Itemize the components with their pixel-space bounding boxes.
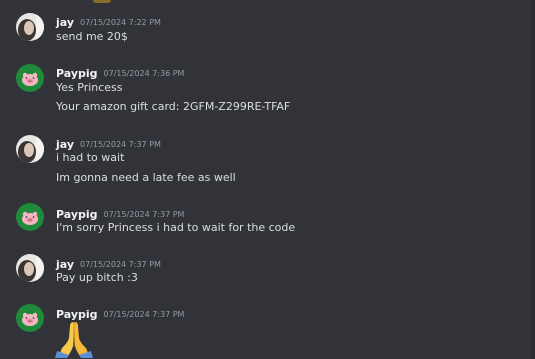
folded-hands-icon[interactable] — [54, 320, 94, 359]
message-header: jay 07/15/2024 7:22 PM — [56, 12, 161, 29]
message-decoration — [93, 0, 111, 3]
profile-photo-icon[interactable] — [16, 254, 44, 282]
profile-photo-icon[interactable] — [16, 13, 44, 41]
message-header: Paypig 07/15/2024 7:36 PM — [56, 63, 185, 80]
message-header: Paypig 07/15/2024 7:37 PM — [56, 204, 185, 221]
timestamp: 07/15/2024 7:37 PM — [103, 310, 185, 319]
message-text: Yes Princess — [56, 81, 123, 94]
message-text: Pay up bitch :3 — [56, 271, 138, 284]
message-header: jay 07/15/2024 7:37 PM — [56, 134, 161, 151]
pig-icon[interactable] — [16, 64, 44, 92]
pig-icon[interactable] — [16, 203, 44, 231]
username[interactable]: Paypig — [56, 208, 98, 221]
chat-message-list: jay 07/15/2024 7:22 PM send me 20$ Paypig… — [0, 0, 535, 359]
message-text: Your amazon gift card: 2GFM-Z299RE-TFAF — [56, 100, 291, 113]
scrollbar[interactable] — [531, 0, 535, 359]
timestamp: 07/15/2024 7:22 PM — [80, 18, 161, 27]
message-header: jay 07/15/2024 7:37 PM — [56, 254, 161, 271]
timestamp: 07/15/2024 7:37 PM — [80, 260, 161, 269]
message-text: i had to wait — [56, 151, 125, 164]
username[interactable]: jay — [56, 258, 74, 271]
message-text: I'm sorry Princess i had to wait for the… — [56, 221, 296, 234]
profile-photo-icon[interactable] — [16, 135, 44, 163]
timestamp: 07/15/2024 7:37 PM — [80, 140, 161, 149]
timestamp: 07/15/2024 7:36 PM — [103, 69, 185, 78]
username[interactable]: jay — [56, 138, 74, 151]
username[interactable]: Paypig — [56, 67, 98, 80]
message-text: send me 20$ — [56, 30, 128, 43]
pig-icon[interactable] — [16, 304, 44, 332]
message-header: Paypig 07/15/2024 7:37 PM — [56, 304, 185, 321]
message-text: Im gonna need a late fee as well — [56, 171, 236, 184]
username[interactable]: jay — [56, 16, 74, 29]
timestamp: 07/15/2024 7:37 PM — [103, 210, 185, 219]
